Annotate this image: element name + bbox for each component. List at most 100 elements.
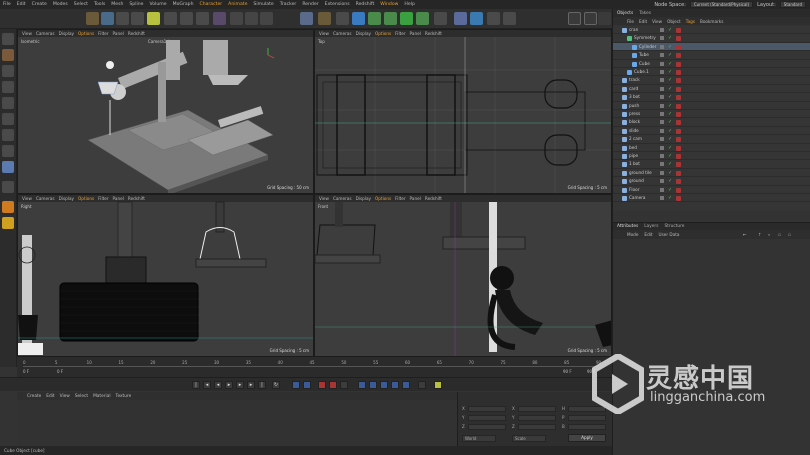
up-arrow-icon[interactable]: ↑ (758, 232, 762, 237)
position-key-icon[interactable] (358, 381, 366, 389)
menu-item-window[interactable]: Window (377, 2, 401, 7)
material-tag-icon[interactable] (676, 103, 681, 109)
object-row[interactable]: Tube ✓ (613, 51, 810, 60)
redshift-ipr-icon[interactable] (2, 217, 14, 229)
material-tag-icon[interactable] (676, 187, 681, 193)
mat-menu-select[interactable]: Select (75, 394, 88, 399)
cloner-icon[interactable] (368, 12, 381, 25)
enabled-check-icon[interactable]: ✓ (668, 195, 672, 201)
x-axis-icon[interactable] (164, 12, 177, 25)
layer-swatch-icon[interactable] (660, 128, 664, 133)
coord-size-dropdown[interactable]: Scale (512, 435, 546, 442)
menu-item-character[interactable]: Character (196, 2, 225, 7)
tab-takes[interactable]: Takes (639, 11, 651, 16)
coord-field[interactable] (468, 415, 506, 421)
new-panel-icon[interactable]: ▫ (788, 232, 791, 237)
enabled-check-icon[interactable]: ✓ (668, 52, 672, 58)
light-icon[interactable] (503, 12, 516, 25)
move-icon[interactable] (101, 12, 114, 25)
menu-item-file[interactable]: File (0, 2, 14, 7)
material-tag-icon[interactable] (676, 179, 681, 185)
coord-field[interactable] (518, 406, 556, 412)
enabled-check-icon[interactable]: ✓ (668, 136, 672, 142)
object-row[interactable]: cran ✓ (613, 26, 810, 35)
search-icon[interactable]: ⌕ (768, 232, 770, 237)
material-tag-icon[interactable] (676, 44, 681, 50)
spline-icon[interactable] (336, 12, 349, 25)
menu-item-create[interactable]: Create (29, 2, 50, 7)
layer-swatch-icon[interactable] (660, 103, 664, 108)
goto-end-icon[interactable]: | (258, 381, 266, 389)
deformer-icon[interactable] (416, 12, 429, 25)
scene-icon[interactable] (454, 12, 467, 25)
lock-icon[interactable]: ▫ (778, 232, 781, 237)
effector-icon[interactable] (400, 12, 413, 25)
menu-item-volume[interactable]: Volume (147, 2, 170, 7)
layer-swatch-icon[interactable] (660, 154, 664, 158)
timeline-ruler[interactable]: 0 5 10 15 20 25 30 35 40 45 50 55 60 65 70 75 80 85 90 (23, 360, 601, 367)
menu-item-help[interactable]: Help (401, 2, 417, 7)
enabled-check-icon[interactable]: ✓ (668, 153, 672, 159)
coord-field[interactable] (568, 424, 606, 430)
menu-item-select[interactable]: Select (71, 2, 91, 7)
record-icon[interactable] (318, 381, 326, 389)
layer-swatch-icon[interactable] (660, 137, 664, 142)
object-row[interactable]: 1 bot ✓ (613, 160, 810, 169)
material-tag-icon[interactable] (676, 61, 681, 67)
mat-menu-create[interactable]: Create (27, 394, 41, 399)
render-queue-icon[interactable] (598, 12, 611, 25)
scale-icon[interactable] (131, 12, 144, 25)
material-tag-icon[interactable] (676, 112, 681, 117)
enabled-check-icon[interactable]: ✓ (668, 128, 672, 134)
enabled-check-icon[interactable]: ✓ (668, 187, 672, 193)
material-tag-icon[interactable] (676, 95, 681, 101)
material-tag-icon[interactable] (676, 53, 681, 59)
undo-icon[interactable] (86, 12, 99, 25)
menu-item-animate[interactable]: Animate (225, 2, 250, 7)
camera-icon[interactable] (487, 12, 500, 25)
render-picture-icon[interactable] (245, 12, 258, 25)
attr-menu-mode[interactable]: Mode (627, 232, 638, 237)
enabled-check-icon[interactable]: ✓ (668, 35, 672, 41)
loop-icon[interactable]: ↻ (272, 381, 280, 389)
rotation-key-icon[interactable] (380, 381, 388, 389)
redshift-icon[interactable] (2, 201, 14, 213)
object-row[interactable]: card ✓ (613, 85, 810, 94)
object-row[interactable]: Floor ✓ (613, 186, 810, 194)
layer-swatch-icon[interactable] (660, 53, 664, 58)
layer-swatch-icon[interactable] (660, 28, 664, 32)
enabled-check-icon[interactable]: ✓ (668, 27, 672, 33)
menu-item-simulate[interactable]: Simulate (250, 2, 276, 7)
model-mode-icon[interactable] (2, 113, 14, 125)
layout-dropdown[interactable]: Standard (779, 1, 806, 8)
om-menu-file[interactable]: File (627, 19, 634, 24)
prev-frame-icon[interactable]: ◂ (214, 381, 222, 389)
enabled-check-icon[interactable]: ✓ (668, 69, 672, 75)
key-icon[interactable] (303, 381, 311, 389)
viewport-right[interactable]: View Cameras Display Options Filter Pane… (17, 194, 314, 357)
enabled-check-icon[interactable]: ✓ (668, 161, 672, 167)
object-row[interactable]: Cylinder ✓ (613, 42, 810, 52)
mat-menu-view[interactable]: View (60, 394, 70, 399)
play-icon[interactable]: ▸ (225, 381, 233, 389)
layer-swatch-icon[interactable] (660, 162, 664, 167)
rotate-icon[interactable] (116, 12, 129, 25)
om-menu-tags[interactable]: Tags (686, 19, 695, 24)
texture-icon[interactable] (2, 49, 14, 61)
object-row[interactable]: ground tile ✓ (613, 169, 810, 178)
object-row[interactable]: Cube ✓ (613, 60, 810, 68)
attr-menu-edit[interactable]: Edit (644, 232, 652, 237)
render-view-icon[interactable] (230, 12, 243, 25)
om-menu-bookmarks[interactable]: Bookmarks (700, 19, 723, 24)
enabled-check-icon[interactable]: ✓ (668, 77, 672, 83)
start-frame[interactable]: 0 F (23, 369, 29, 374)
object-row[interactable]: bed ✓ (613, 144, 810, 152)
tab-objects[interactable]: Objects (617, 11, 633, 16)
next-frame-icon[interactable]: ▸ (236, 381, 244, 389)
parameter-key-icon[interactable] (391, 381, 399, 389)
enabled-check-icon[interactable]: ✓ (668, 86, 672, 92)
object-row[interactable]: Symmetry ✓ (613, 34, 810, 43)
clapper-icon[interactable] (584, 12, 597, 25)
end-frame[interactable]: 90 F (563, 369, 572, 374)
autokey-icon[interactable] (329, 381, 337, 389)
